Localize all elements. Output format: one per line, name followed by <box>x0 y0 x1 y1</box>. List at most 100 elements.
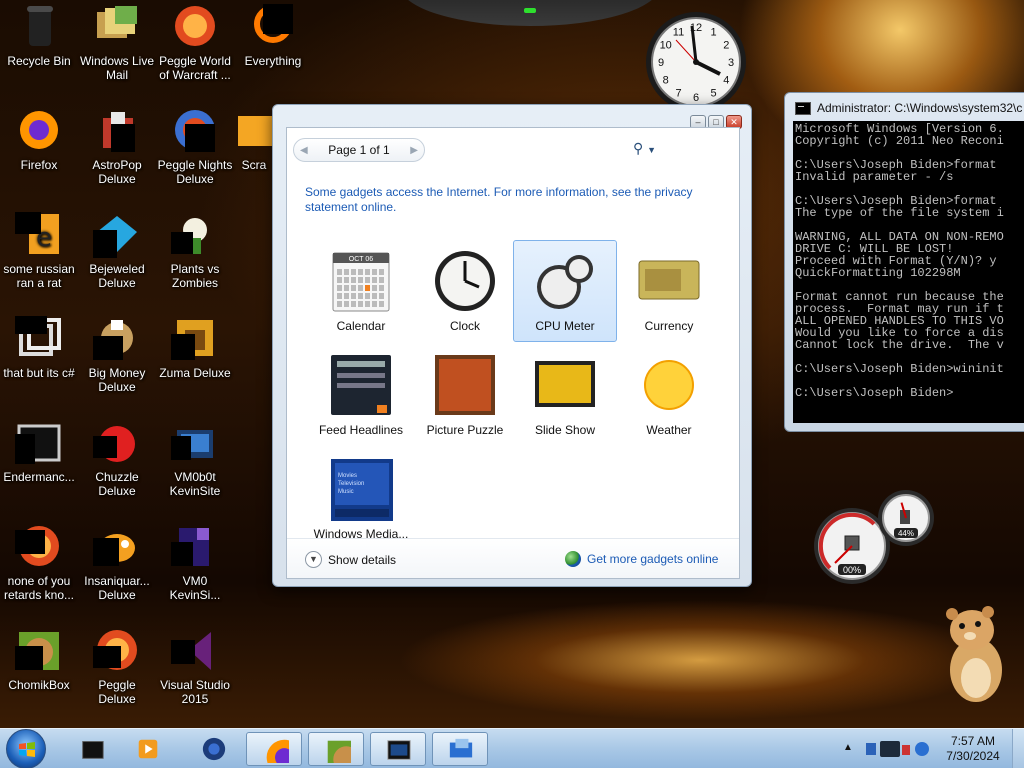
redaction-box <box>93 646 121 668</box>
taskbar-button[interactable] <box>246 732 302 768</box>
app-window-icon <box>15 420 63 464</box>
network-icon[interactable] <box>866 743 876 755</box>
desktop-icon[interactable]: AstroPop Deluxe <box>78 104 156 186</box>
calendar-icon: OCT 06 <box>329 249 393 313</box>
command-prompt-window[interactable]: Administrator: C:\Windows\system32\c Mic… <box>784 92 1024 432</box>
desktop-icon-label: Visual Studio 2015 <box>160 678 230 706</box>
taskbar-button[interactable] <box>186 732 242 766</box>
desktop-icon[interactable]: Windows Live Mail <box>78 0 156 82</box>
desktop-icon[interactable]: Firefox <box>0 104 78 172</box>
desktop-icon[interactable]: Everything <box>234 0 312 68</box>
desktop-icon[interactable]: Zuma Deluxe <box>156 312 234 380</box>
monitor-icon[interactable] <box>880 741 900 757</box>
desktop-icon[interactable]: Chuzzle Deluxe <box>78 416 156 498</box>
desktop-icon[interactable]: Scra <box>234 104 274 172</box>
gadget-tile[interactable]: Slide Show <box>513 344 617 446</box>
taskbar-button[interactable] <box>370 732 426 766</box>
desktop-icon[interactable]: Bejeweled Deluxe <box>78 208 156 290</box>
desktop-icon[interactable]: e some russian ran a rat <box>0 208 78 290</box>
show-details-button[interactable]: ▼ Show details <box>305 551 396 568</box>
recycle-bin-icon <box>15 4 63 48</box>
previous-page-icon[interactable]: ◀ <box>300 145 308 156</box>
gadget-tile[interactable]: Clock <box>413 240 517 342</box>
redaction-box <box>93 230 117 258</box>
redaction-box <box>171 640 195 664</box>
cpu-percent-readout: 00% <box>843 565 861 575</box>
picture-puzzle-icon <box>433 353 497 417</box>
peggle-nights-icon <box>171 108 219 152</box>
desktop-icon-label: that but its c# <box>3 366 75 380</box>
desktop-icon[interactable]: Big Money Deluxe <box>78 312 156 394</box>
privacy-notice-link[interactable]: Some gadgets access the Internet. For mo… <box>305 185 715 215</box>
desktop-icon-label: Peggle Nights Deluxe <box>157 158 233 186</box>
redaction-box <box>185 124 215 152</box>
gadget-gallery-panel: ◀ Page 1 of 1 ▶ ⚲ ▼ Some gadgets access … <box>286 127 740 579</box>
chomikbox-icon <box>323 737 365 768</box>
gadget-tile[interactable]: Weather <box>617 344 721 446</box>
desktop-icon-label: Plants vs Zombies <box>170 262 220 290</box>
redaction-box <box>15 212 41 234</box>
media-thumb-item: Music <box>338 489 354 495</box>
desktop-icon[interactable]: Peggle Deluxe <box>78 624 156 706</box>
clock-gadget[interactable]: 12 1234567891011 <box>636 10 760 116</box>
desktop-icon[interactable]: Peggle World of Warcraft ... <box>156 0 234 82</box>
currency-icon <box>637 249 701 313</box>
astropop-icon <box>93 108 141 152</box>
cmd-icon <box>385 737 413 763</box>
gadget-tile[interactable]: OCT 06 Calendar <box>309 240 413 342</box>
redaction-box <box>111 124 135 152</box>
redaction-box <box>93 538 119 566</box>
clock-numeral: 11 <box>673 27 684 39</box>
gadget-tile[interactable]: Feed Headlines <box>309 344 413 446</box>
next-page-icon[interactable]: ▶ <box>410 145 418 156</box>
console-title: Administrator: C:\Windows\system32\c <box>817 101 1023 115</box>
console-title-bar: Administrator: C:\Windows\system32\c <box>795 101 1022 115</box>
console-output[interactable]: Microsoft Windows [Version 6. Copyright … <box>793 121 1024 423</box>
desktop-icon[interactable]: Insaniquar... Deluxe <box>78 520 156 602</box>
firefox-icon <box>15 108 63 152</box>
desktop-icon[interactable]: VM0b0t KevinSite <box>156 416 234 498</box>
desktop-icon[interactable]: Endermanc... <box>0 416 78 484</box>
redaction-box <box>171 542 193 566</box>
big-money-icon <box>93 316 141 360</box>
desktop-icon[interactable]: Peggle Nights Deluxe <box>156 104 234 186</box>
chevron-down-icon[interactable]: ▼ <box>647 145 656 155</box>
gadget-label: Feed Headlines <box>318 423 404 437</box>
cpu-chip-icon <box>844 535 860 551</box>
desktop-icon[interactable]: VM0 KevinSi... <box>156 520 234 602</box>
taskbar-button[interactable] <box>432 732 488 766</box>
desktop-icon-label: Peggle World of Warcraft ... <box>159 54 231 82</box>
desktop-icon[interactable]: none of you retards kno... <box>0 520 78 602</box>
desktop-icon-label: Peggle Deluxe <box>98 678 136 706</box>
search-icon[interactable]: ⚲ ▼ <box>633 140 656 157</box>
taskbar-clock[interactable]: 7:57 AM 7/30/2024 <box>940 734 1006 764</box>
clock-date: 7/30/2024 <box>946 749 1000 763</box>
gadget-tile[interactable]: Currency <box>617 240 721 342</box>
desktop-icon[interactable]: Plants vs Zombies <box>156 208 234 290</box>
globe-icon <box>565 551 581 567</box>
desktop-icon-label: Zuma Deluxe <box>159 366 231 380</box>
volume-icon[interactable] <box>915 742 929 756</box>
hamster-desktop-pet[interactable] <box>940 600 1010 706</box>
taskbar-button[interactable] <box>64 732 120 766</box>
show-details-label: Show details <box>328 552 397 567</box>
alert-icon[interactable] <box>902 745 910 755</box>
desktop-icon[interactable]: Recycle Bin <box>0 0 78 68</box>
gadget-tile[interactable]: Movies Television Music Windows Media... <box>309 448 413 550</box>
show-desktop-button[interactable] <box>1012 729 1024 768</box>
desktop-icon-label: ChomikBox <box>8 678 70 692</box>
chomikbox-icon <box>15 628 63 672</box>
gadget-tile[interactable]: CPU Meter <box>513 240 617 342</box>
show-hidden-icons-button[interactable]: ▲ <box>843 742 853 753</box>
gadget-tile[interactable]: Picture Puzzle <box>413 344 517 446</box>
desktop-icon[interactable]: ChomikBox <box>0 624 78 692</box>
desktop-icon[interactable]: Visual Studio 2015 <box>156 624 234 706</box>
desktop-icon-label: none of you retards kno... <box>3 574 75 602</box>
get-more-gadgets-link[interactable]: Get more gadgets online <box>565 551 718 567</box>
desktop-icon[interactable]: that but its c# <box>0 312 78 380</box>
start-button[interactable] <box>6 729 46 768</box>
taskbar-button[interactable] <box>308 732 365 768</box>
desktop-icon-label: Bejeweled Deluxe <box>89 262 145 290</box>
cpu-meter-gadget[interactable]: 00% 44% <box>812 490 936 586</box>
taskbar-button[interactable] <box>120 732 176 766</box>
